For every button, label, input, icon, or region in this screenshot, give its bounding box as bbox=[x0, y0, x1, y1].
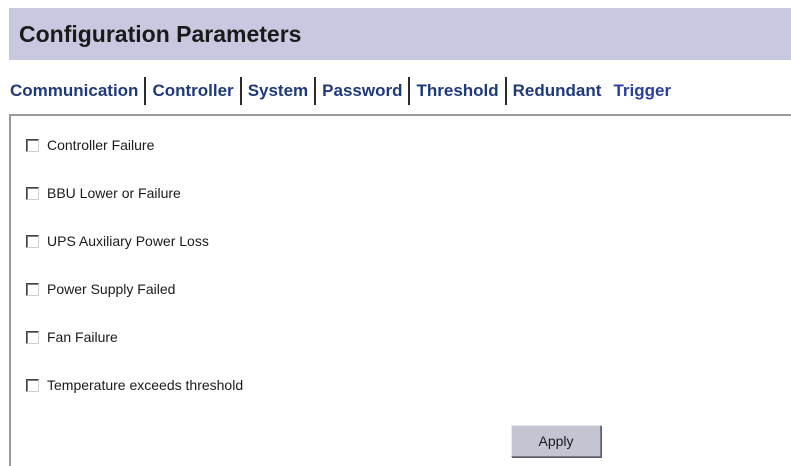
checkbox-label: UPS Auxiliary Power Loss bbox=[47, 233, 209, 249]
apply-button[interactable]: Apply bbox=[511, 425, 601, 457]
trigger-option-fan-failure[interactable]: Fan Failure bbox=[26, 327, 118, 347]
checkbox-label: Fan Failure bbox=[47, 329, 118, 345]
controller-failure-checkbox[interactable] bbox=[26, 138, 39, 152]
configuration-page: Configuration Parameters Communication C… bbox=[0, 0, 791, 466]
fan-failure-checkbox[interactable] bbox=[26, 330, 39, 344]
trigger-option-power-supply-failed[interactable]: Power Supply Failed bbox=[26, 279, 175, 299]
tab-separator bbox=[408, 77, 411, 105]
trigger-option-controller-failure[interactable]: Controller Failure bbox=[26, 135, 154, 155]
ups-power-loss-checkbox[interactable] bbox=[26, 234, 39, 248]
tab-threshold[interactable]: Threshold bbox=[416, 76, 502, 106]
title-bar: Configuration Parameters bbox=[9, 8, 791, 60]
tab-trigger[interactable]: Trigger bbox=[605, 76, 675, 106]
power-supply-failed-checkbox[interactable] bbox=[26, 282, 39, 296]
tab-system[interactable]: System bbox=[248, 76, 312, 106]
checkbox-label: BBU Lower or Failure bbox=[47, 185, 181, 201]
page-title: Configuration Parameters bbox=[19, 20, 302, 47]
temperature-threshold-checkbox[interactable] bbox=[26, 378, 39, 392]
checkbox-label: Controller Failure bbox=[47, 137, 155, 153]
checkbox-label: Temperature exceeds threshold bbox=[47, 377, 244, 393]
trigger-option-temperature-threshold[interactable]: Temperature exceeds threshold bbox=[26, 375, 243, 395]
trigger-option-ups-power-loss[interactable]: UPS Auxiliary Power Loss bbox=[26, 231, 209, 251]
trigger-panel: Controller Failure BBU Lower or Failure … bbox=[9, 114, 791, 466]
tab-redundant[interactable]: Redundant bbox=[513, 76, 606, 106]
tab-controller[interactable]: Controller bbox=[152, 76, 237, 106]
tab-communication[interactable]: Communication bbox=[10, 76, 142, 106]
tab-separator bbox=[504, 77, 507, 105]
tab-password[interactable]: Password bbox=[322, 76, 406, 106]
tab-separator bbox=[239, 77, 242, 105]
tab-separator bbox=[144, 77, 147, 105]
checkbox-label: Power Supply Failed bbox=[47, 281, 176, 297]
tab-separator bbox=[314, 77, 317, 105]
tab-bar: Communication Controller System Password… bbox=[10, 76, 675, 106]
trigger-option-bbu-failure[interactable]: BBU Lower or Failure bbox=[26, 183, 181, 203]
bbu-failure-checkbox[interactable] bbox=[26, 186, 39, 200]
